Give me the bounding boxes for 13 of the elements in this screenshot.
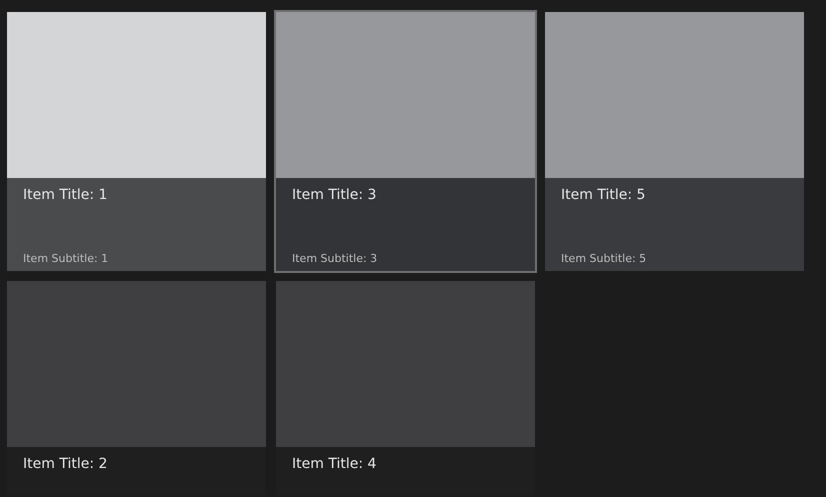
grid-item[interactable]: Item Title: 2: [5, 279, 268, 497]
grid-item[interactable]: Item Title: 3 Item Subtitle: 3: [274, 10, 537, 273]
item-title: Item Title: 1: [23, 187, 108, 203]
item-title: Item Title: 4: [292, 456, 378, 472]
item-title: Item Title: 5: [561, 187, 646, 203]
item-subtitle: Item Subtitle: 5: [561, 252, 648, 265]
item-title: Item Title: 2: [23, 456, 108, 472]
item-subtitle: Item Subtitle: 3: [292, 252, 378, 265]
grid-item[interactable]: Item Title: 1 Item Subtitle: 1: [5, 10, 268, 273]
grid-item[interactable]: Item Title: 5 Item Subtitle: 5: [543, 10, 806, 273]
item-subtitle: Item Subtitle: 1: [23, 252, 110, 265]
grid-item[interactable]: Item Title: 4: [274, 279, 537, 497]
item-title: Item Title: 3: [292, 187, 378, 203]
